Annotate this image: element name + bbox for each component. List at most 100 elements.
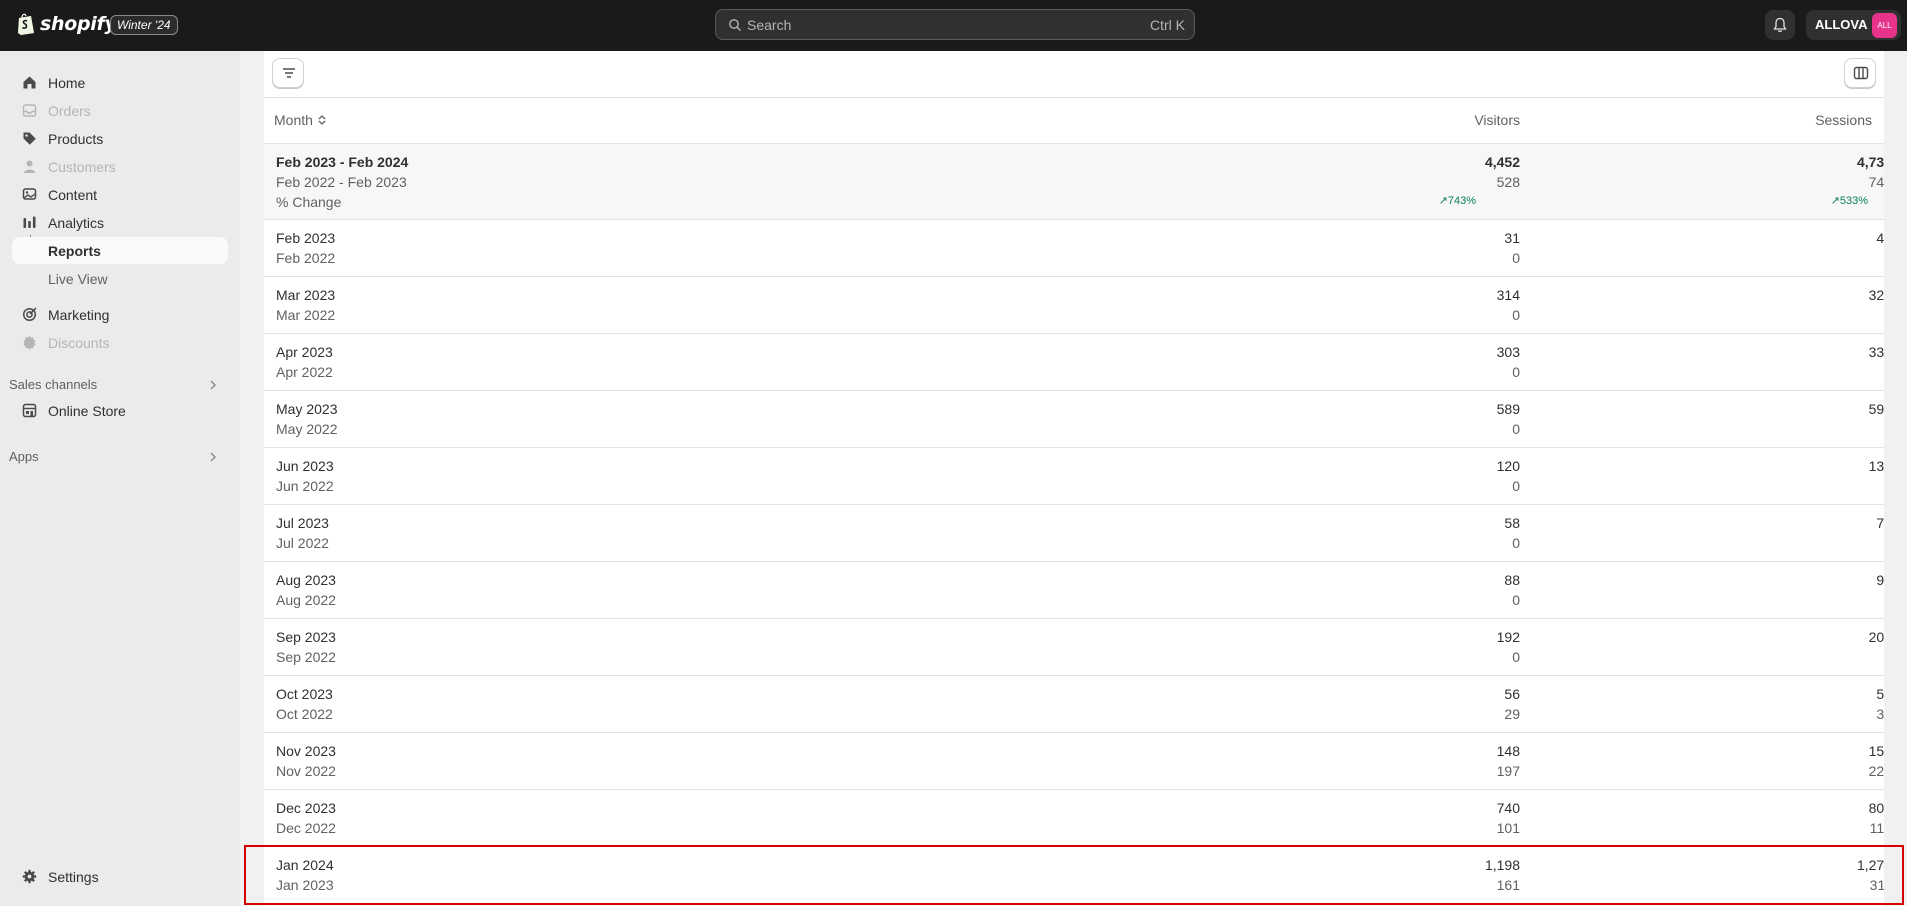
- filter-button[interactable]: [272, 58, 304, 88]
- notifications-button[interactable]: [1765, 10, 1795, 40]
- sessions-prev-cell: 0: [1772, 649, 1884, 665]
- table-row: Feb 2023 Feb 2022 31 0 42 0: [264, 220, 1884, 277]
- sessions-prev-cell: 112: [1869, 820, 1884, 836]
- sidebar-item-label: Reports: [48, 243, 101, 259]
- month-cell: Jul 2023: [276, 515, 329, 531]
- sidebar-item-label: Customers: [48, 159, 116, 175]
- sessions-prev-cell: 311: [1869, 877, 1884, 893]
- visitors-prev-cell: 101: [1496, 820, 1520, 836]
- column-label: Month: [274, 112, 313, 128]
- sales-channels-header[interactable]: Sales channels: [9, 377, 224, 397]
- discount-icon: [23, 336, 36, 350]
- sidebar-item-home[interactable]: Home: [12, 69, 228, 96]
- avatar: ALL: [1872, 13, 1897, 38]
- table-row: Aug 2023 Aug 2022 88 0 97 0: [264, 562, 1884, 619]
- visitors-prev-cell: 0: [1512, 478, 1520, 494]
- search-icon: [729, 19, 741, 31]
- section-label: Sales channels: [9, 377, 98, 392]
- table-row: Jan 2024 Jan 2023 1,198 161 1,270 311: [264, 847, 1884, 904]
- table-row: Jun 2023 Jun 2022 120 0 134 0: [264, 448, 1884, 505]
- table-row: May 2023 May 2022 589 0 598 0: [264, 391, 1884, 448]
- search-input[interactable]: Search Ctrl K: [715, 9, 1195, 40]
- visitors-cell: 192: [1496, 629, 1520, 645]
- sidebar-item-reports[interactable]: Reports: [12, 237, 228, 264]
- chevron-right-icon: [210, 380, 216, 390]
- month-cell: May 2023: [276, 401, 338, 417]
- visitors-cell: 58: [1504, 515, 1520, 531]
- sidebar-item-content[interactable]: Content: [12, 181, 228, 208]
- bar-chart-icon: [23, 216, 36, 228]
- sidebar-item-label: Marketing: [48, 307, 110, 323]
- sort-icon: [318, 115, 326, 125]
- summary-change-label: % Change: [276, 194, 342, 210]
- tag-icon: [23, 132, 36, 145]
- filter-icon: [283, 68, 295, 78]
- inbox-icon: [22, 104, 37, 117]
- target-icon: [22, 307, 37, 322]
- sidebar-item-label: Discounts: [48, 335, 110, 351]
- prev-month-cell: Jul 2022: [276, 535, 329, 551]
- sessions-cell: 97: [1876, 572, 1884, 588]
- person-icon: [24, 160, 35, 173]
- visitors-prev-cell: 197: [1496, 763, 1520, 779]
- visitors-prev-cell: 0: [1512, 364, 1520, 380]
- sidebar-item-label: Online Store: [48, 403, 126, 419]
- sidebar-item-label: Content: [48, 187, 98, 203]
- sidebar-item-orders[interactable]: Orders: [12, 97, 228, 124]
- sessions-cell: 155: [1868, 743, 1884, 759]
- column-header-sessions[interactable]: Sessions: [1772, 112, 1872, 128]
- sessions-cell: 56: [1876, 686, 1884, 702]
- sidebar-item-label: Analytics: [48, 215, 105, 231]
- visitors-cell: 314: [1496, 287, 1520, 303]
- divider: [264, 97, 1884, 98]
- column-header-month[interactable]: Month: [274, 112, 327, 128]
- sidebar-item-online-store[interactable]: Online Store: [12, 397, 228, 424]
- sidebar-item-analytics[interactable]: Analytics: [12, 209, 228, 236]
- visitors-prev-cell: 0: [1512, 649, 1520, 665]
- sessions-cell: 327: [1868, 287, 1884, 303]
- prev-month-cell: May 2022: [276, 421, 338, 437]
- sessions-prev-cell: 35: [1876, 706, 1884, 722]
- visitors-cell: 148: [1496, 743, 1520, 759]
- column-header-visitors[interactable]: Visitors: [1400, 112, 1520, 128]
- apps-header[interactable]: Apps: [9, 449, 224, 469]
- sidebar-item-settings[interactable]: Settings: [12, 863, 228, 890]
- sidebar: Home Orders Products Customers Content A…: [0, 51, 240, 906]
- store-icon: [22, 403, 37, 418]
- prev-month-cell: Aug 2022: [276, 592, 336, 608]
- sidebar-item-discounts[interactable]: Discounts: [12, 329, 228, 356]
- sidebar-item-label: Orders: [48, 103, 91, 119]
- columns-button[interactable]: [1844, 58, 1876, 88]
- sidebar-item-marketing[interactable]: Marketing: [12, 301, 228, 328]
- edition-badge[interactable]: Winter '24: [110, 15, 178, 35]
- visitors-prev-cell: 0: [1512, 307, 1520, 323]
- sidebar-item-customers[interactable]: Customers: [12, 153, 228, 180]
- visitors-prev-cell: 29: [1504, 706, 1520, 722]
- image-icon: [22, 188, 37, 200]
- summary-visitors: 4,452: [1484, 154, 1520, 170]
- sessions-prev-cell: 0: [1772, 421, 1884, 437]
- sidebar-item-label: Home: [48, 75, 86, 91]
- visitors-change-badge: ↗743%: [1396, 194, 1476, 207]
- table-row: Nov 2023 Nov 2022 148 197 155 229: [264, 733, 1884, 790]
- top-bar: shopify Winter '24 Search Ctrl K ALLOVA …: [0, 0, 1907, 51]
- month-cell: Dec 2023: [276, 800, 336, 816]
- sessions-cell: 134: [1868, 458, 1884, 474]
- sessions-change-value: 533%: [1839, 195, 1868, 207]
- shopify-logo[interactable]: shopify: [16, 12, 117, 36]
- visitors-prev-cell: 0: [1512, 250, 1520, 266]
- sessions-prev-cell: 0: [1772, 364, 1884, 380]
- prev-month-cell: Sep 2022: [276, 649, 336, 665]
- sidebar-item-label: Products: [48, 131, 104, 147]
- sidebar-item-products[interactable]: Products: [12, 125, 228, 152]
- brand-name: shopify: [40, 13, 117, 35]
- sidebar-item-label: Settings: [48, 869, 99, 885]
- visitors-prev-cell: 0: [1512, 535, 1520, 551]
- search-shortcut: Ctrl K: [1150, 17, 1185, 33]
- account-menu[interactable]: ALLOVA ALL: [1806, 10, 1901, 40]
- table-row: Jul 2023 Jul 2022 58 0 72 0: [264, 505, 1884, 562]
- prev-month-cell: Nov 2022: [276, 763, 336, 779]
- summary-visitors-prev: 528: [1496, 174, 1520, 190]
- table-row: Apr 2023 Apr 2022 303 0 339 0: [264, 334, 1884, 391]
- sidebar-item-live-view[interactable]: Live View: [12, 265, 228, 292]
